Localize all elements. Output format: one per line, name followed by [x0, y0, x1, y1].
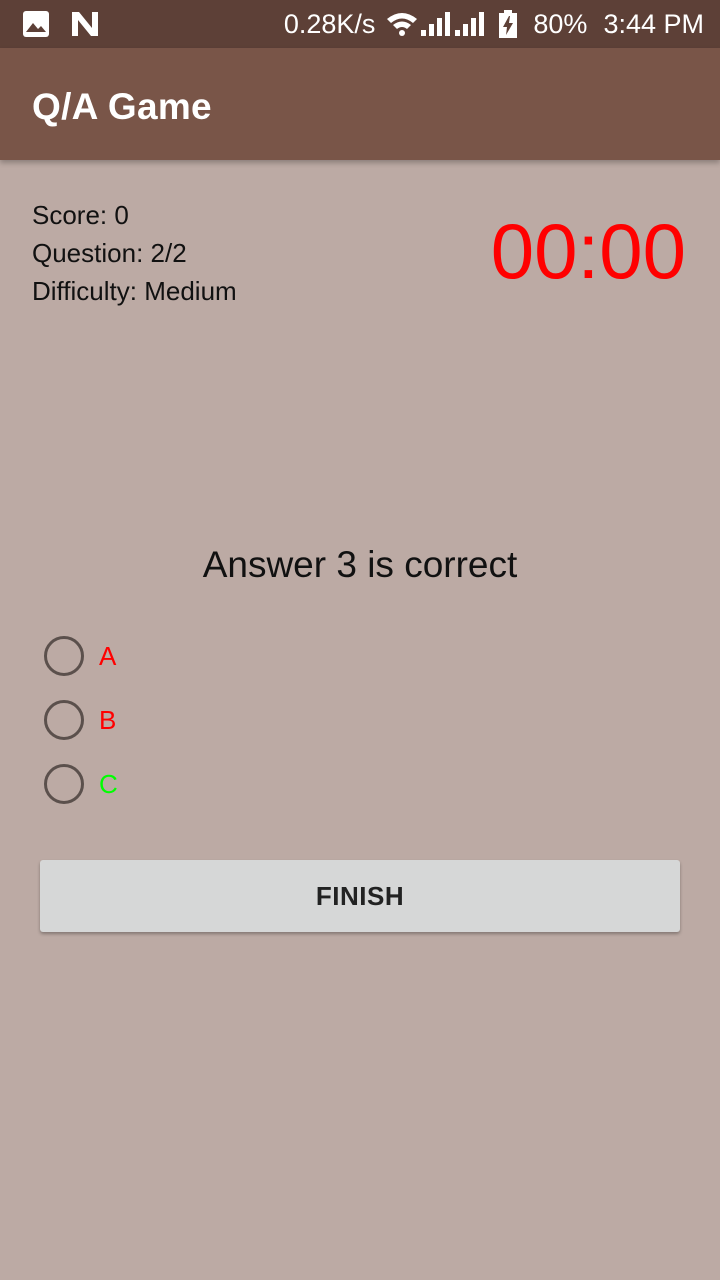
status-bar: 0.28K/s 80% 3:44 PM [0, 0, 720, 48]
signal-icon [421, 12, 451, 36]
game-info: Score: 0 Question: 2/2 Difficulty: Mediu… [32, 196, 237, 310]
difficulty-label: Difficulty: Medium [32, 276, 237, 306]
option-label: B [99, 704, 117, 735]
score-label: Score: 0 [32, 200, 129, 230]
app-title: Q/A Game [32, 86, 212, 127]
radio-button-icon[interactable] [44, 636, 84, 676]
app-bar: Q/A Game [0, 48, 720, 160]
countdown-timer: 00:00 [490, 207, 686, 295]
signal-icon [455, 12, 485, 36]
option-label: C [99, 768, 118, 799]
radio-button-icon[interactable] [44, 700, 84, 740]
battery-percent: 80% [533, 8, 588, 39]
wifi-icon [387, 13, 418, 36]
option-b[interactable]: B [44, 700, 116, 740]
n-logo-icon [72, 12, 98, 36]
battery-charging-icon [499, 10, 518, 38]
finish-button[interactable]: FINISH [40, 860, 680, 932]
network-speed: 0.28K/s [283, 8, 376, 39]
question-text: Answer 3 is correct [202, 544, 518, 585]
option-a[interactable]: A [44, 636, 116, 676]
radio-button-icon[interactable] [44, 764, 84, 804]
option-c[interactable]: C [44, 764, 118, 804]
clock: 3:44 PM [603, 8, 704, 39]
question-counter: Question: 2/2 [32, 238, 187, 268]
option-label: A [99, 640, 117, 671]
status-right: 0.28K/s 80% 3:44 PM [284, 0, 704, 48]
